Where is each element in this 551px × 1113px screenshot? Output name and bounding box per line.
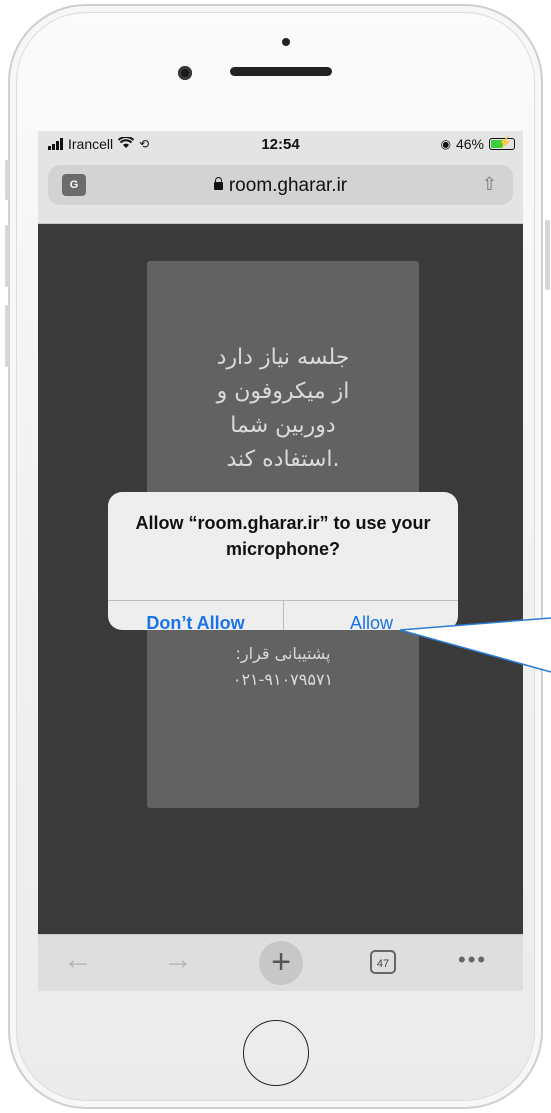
browser-header: G room.gharar.ir ⇧ <box>38 157 523 224</box>
new-tab-button[interactable]: + <box>259 941 303 985</box>
battery-icon: ⚡ <box>489 137 515 150</box>
url-text: room.gharar.ir <box>228 175 348 196</box>
more-menu-icon[interactable]: ••• <box>458 949 487 971</box>
front-sensor <box>282 38 290 46</box>
home-button[interactable] <box>243 1020 309 1086</box>
support-phone[interactable]: ۰۲۱-۹۱۰۷۹۵۷۱ <box>147 667 419 693</box>
back-arrow-icon[interactable]: ← <box>63 945 93 975</box>
lock-icon <box>213 177 223 190</box>
front-camera <box>178 66 192 80</box>
dialog-title: Allow “room.gharar.ir” to use your micro… <box>135 513 431 559</box>
message-line: جلسه نیاز دارد <box>216 345 350 370</box>
message-line: دوربین شما <box>230 413 336 438</box>
url-display[interactable]: room.gharar.ir <box>48 175 513 197</box>
share-icon[interactable]: ⇧ <box>482 174 497 195</box>
status-bar: Irancell ⟲ 12:54 ◉ 46% ⚡ <box>38 131 523 157</box>
orientation-lock-icon: ◉ <box>440 137 451 151</box>
earpiece-speaker <box>230 67 332 76</box>
volume-down-button <box>5 305 10 367</box>
address-bar[interactable]: G room.gharar.ir ⇧ <box>48 165 513 205</box>
message-line: از میکروفون و <box>216 379 350 404</box>
browser-toolbar: ← → + 47 ••• <box>38 934 523 991</box>
tab-count-button[interactable]: 47 <box>370 950 396 974</box>
support-info: پشتیبانی قرار: ۰۲۱-۹۱۰۷۹۵۷۱ <box>147 641 419 693</box>
microphone-permission-dialog: Allow “room.gharar.ir” to use your micro… <box>108 492 458 630</box>
permission-message: جلسه نیاز دارد از میکروفون و دوربین شما … <box>147 341 419 477</box>
screen: Irancell ⟲ 12:54 ◉ 46% ⚡ G room.gharar.i… <box>38 131 523 991</box>
forward-arrow-icon[interactable]: → <box>163 945 193 975</box>
support-label: پشتیبانی قرار: <box>235 644 331 663</box>
volume-up-button <box>5 225 10 287</box>
message-line: .استفاده کند <box>226 447 340 472</box>
dont-allow-button[interactable]: Don’t Allow <box>108 600 283 630</box>
battery-percent: 46% <box>455 136 484 152</box>
power-button <box>545 220 550 290</box>
ring-switch <box>5 160 10 200</box>
status-right: ◉ 46% ⚡ <box>440 136 515 152</box>
allow-button[interactable]: Allow <box>284 600 458 630</box>
